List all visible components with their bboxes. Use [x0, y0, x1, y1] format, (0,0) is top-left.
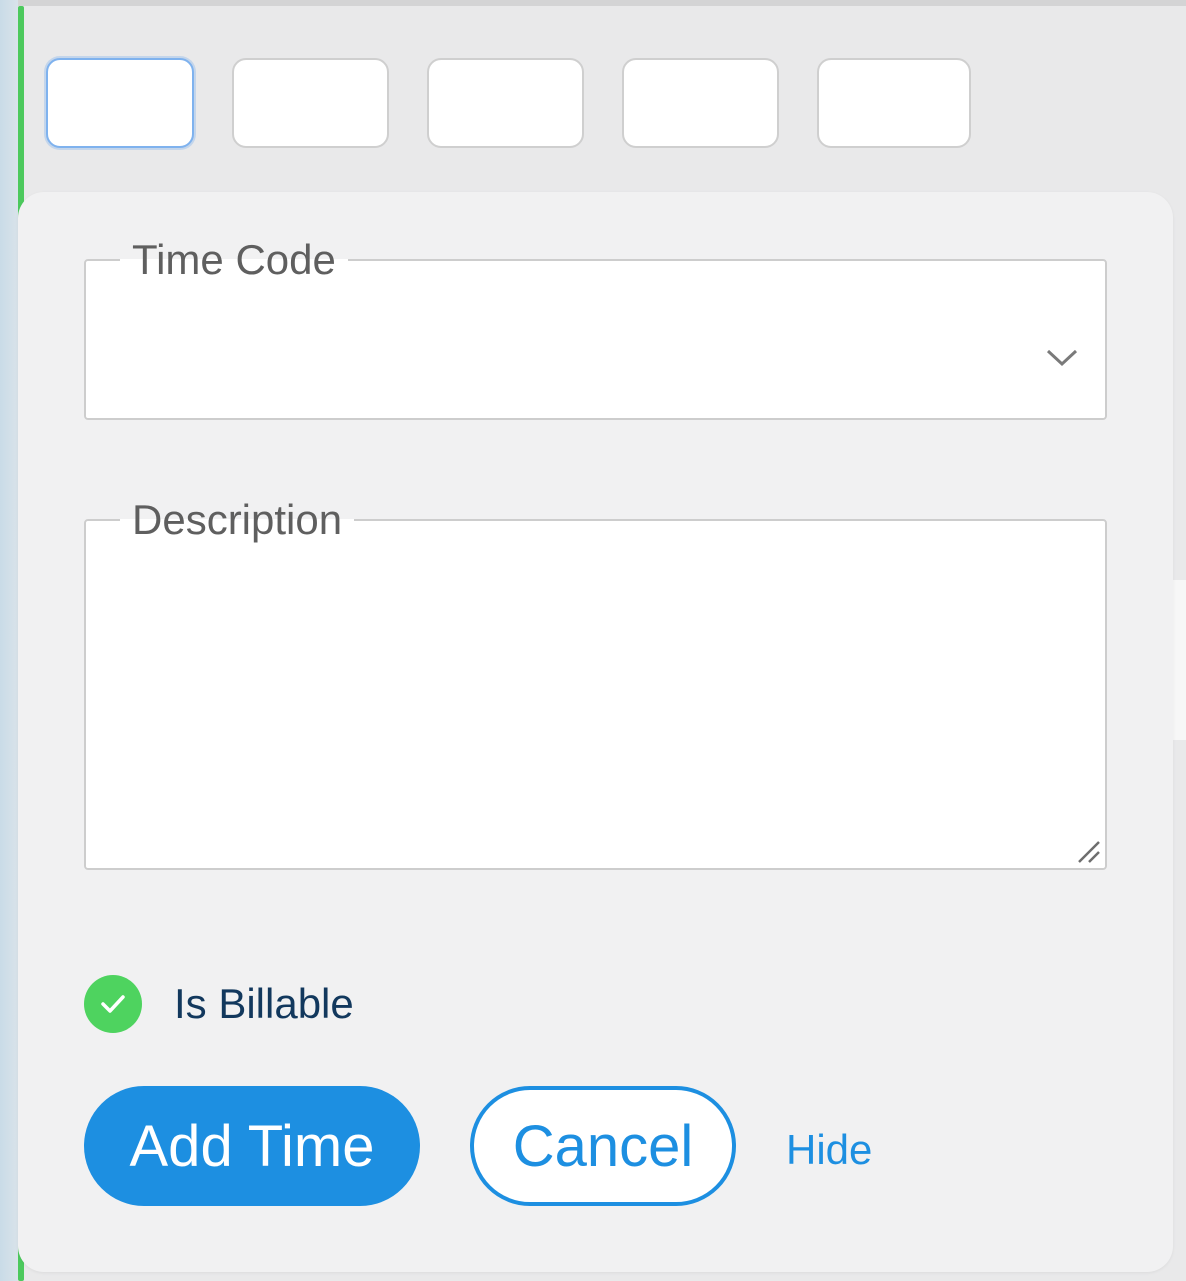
duration-input-3[interactable]: [427, 58, 584, 148]
duration-input-5[interactable]: [817, 58, 971, 148]
hide-link[interactable]: Hide: [786, 1126, 872, 1174]
add-time-button[interactable]: Add Time: [84, 1086, 420, 1206]
description-textarea[interactable]: Description: [84, 496, 1107, 870]
chevron-down-icon[interactable]: [1045, 340, 1079, 374]
is-billable-checkbox[interactable]: Is Billable: [84, 974, 354, 1034]
check-icon[interactable]: [84, 975, 142, 1033]
entry-header-area: [24, 6, 1186, 206]
time-code-label: Time Code: [132, 236, 336, 283]
time-code-select[interactable]: Time Code: [84, 236, 1107, 420]
is-billable-label: Is Billable: [174, 980, 354, 1027]
duration-input-1[interactable]: [46, 58, 194, 148]
description-label: Description: [132, 496, 343, 543]
resize-grip-icon[interactable]: [1075, 838, 1101, 864]
duration-input-2[interactable]: [232, 58, 389, 148]
checkmark-glyph: [101, 995, 125, 1013]
cancel-button[interactable]: Cancel: [470, 1086, 736, 1206]
add-time-form: Time Code Description Is Billable Add Ti…: [18, 192, 1173, 1272]
duration-input-4[interactable]: [622, 58, 779, 148]
left-edge: [0, 0, 18, 1281]
